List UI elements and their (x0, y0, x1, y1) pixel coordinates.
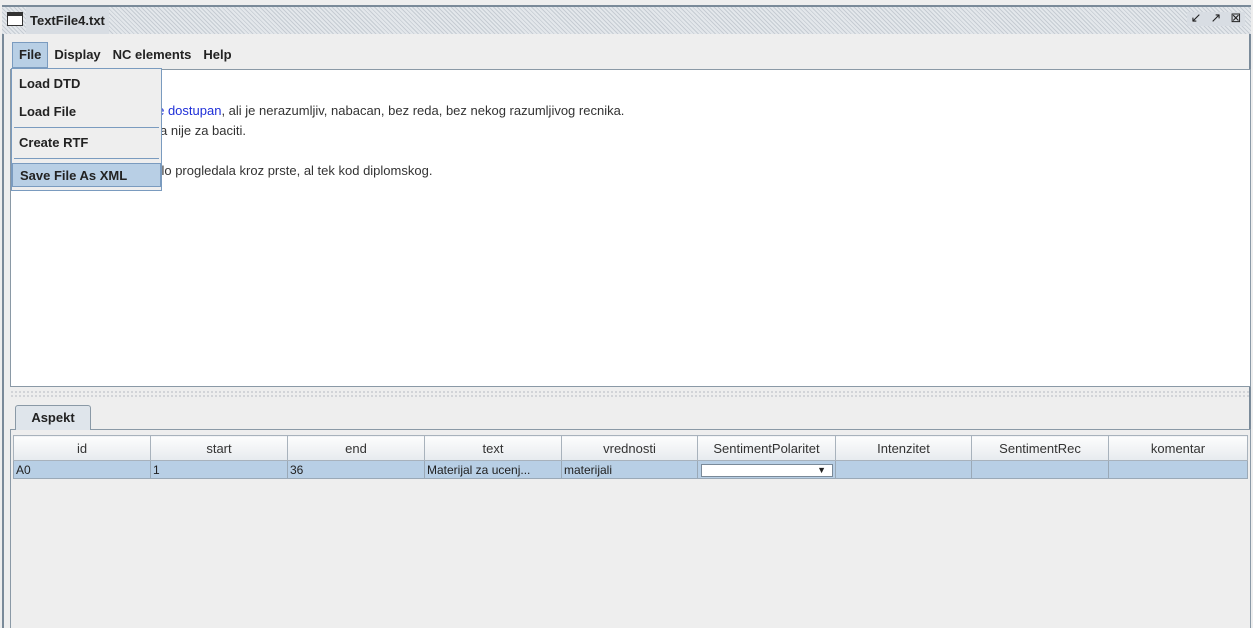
cell-sentimentpolaritet[interactable]: ▼ (697, 460, 836, 479)
menu-item-create-rtf[interactable]: Create RTF (12, 131, 161, 155)
minimize-icon[interactable]: ↙ (1189, 12, 1203, 26)
aspect-table: id start end text vrednosti SentimentPol… (13, 435, 1248, 479)
column-header-sentimentpolaritet[interactable]: SentimentPolaritet (697, 435, 836, 461)
close-icon[interactable]: ⊠ (1229, 12, 1243, 26)
text-editor[interactable]: ste dostupan, ali je nerazumljiv, nabaca… (10, 69, 1251, 387)
cell-id[interactable]: A0 (13, 460, 151, 479)
menu-item-load-dtd[interactable]: Load DTD (12, 72, 161, 96)
sentiment-polaritet-select[interactable]: ▼ (701, 463, 833, 477)
cell-sentimentrec[interactable] (971, 460, 1109, 479)
dropdown-arrow-icon[interactable]: ▼ (817, 465, 826, 476)
editor-line-1: ste dostupan, ali je nerazumljiv, nabaca… (147, 103, 625, 118)
editor-line-3: nalo progledala kroz prste, al tek kod d… (147, 163, 433, 178)
menu-nc-elements[interactable]: NC elements (107, 42, 198, 68)
column-header-sentimentrec[interactable]: SentimentRec (971, 435, 1109, 461)
menu-file[interactable]: File (12, 42, 49, 68)
cell-start[interactable]: 1 (150, 460, 288, 479)
column-header-vrednosti[interactable]: vrednosti (561, 435, 698, 461)
table-header: id start end text vrednosti SentimentPol… (13, 435, 1248, 461)
file-menu-dropdown: Load DTD Load File Create RTF Save File … (11, 68, 162, 191)
column-header-start[interactable]: start (150, 435, 288, 461)
menu-display[interactable]: Display (48, 42, 106, 68)
column-header-id[interactable]: id (13, 435, 151, 461)
menu-item-load-file[interactable]: Load File (12, 100, 161, 124)
window-controls: ↙ ↗ ⊠ (1187, 12, 1245, 26)
table-row[interactable]: A0 1 36 Materijal za ucenj... materijali… (13, 460, 1248, 479)
column-header-text[interactable]: text (424, 435, 562, 461)
tab-aspekt[interactable]: Aspekt (15, 405, 91, 430)
cell-komentar[interactable] (1108, 460, 1248, 479)
column-header-komentar[interactable]: komentar (1108, 435, 1248, 461)
menu-help[interactable]: Help (197, 42, 237, 68)
title-bar[interactable]: TextFile4.txt ↙ ↗ ⊠ (2, 7, 1251, 34)
cell-end[interactable]: 36 (287, 460, 425, 479)
maximize-icon[interactable]: ↗ (1209, 12, 1223, 26)
menu-separator (14, 158, 159, 159)
split-pane-divider[interactable] (10, 390, 1251, 398)
window-icon (7, 12, 23, 26)
column-header-end[interactable]: end (287, 435, 425, 461)
cell-text[interactable]: Materijal za ucenj... (424, 460, 562, 479)
menu-bar: File Display NC elements Help (12, 42, 238, 68)
window-title: TextFile4.txt (26, 7, 109, 34)
cell-vrednosti[interactable]: materijali (561, 460, 698, 479)
column-header-intenzitet[interactable]: Intenzitet (835, 435, 972, 461)
menu-item-save-file-as-xml[interactable]: Save File As XML (12, 163, 161, 187)
menu-separator (14, 127, 159, 128)
cell-intenzitet[interactable] (835, 460, 972, 479)
